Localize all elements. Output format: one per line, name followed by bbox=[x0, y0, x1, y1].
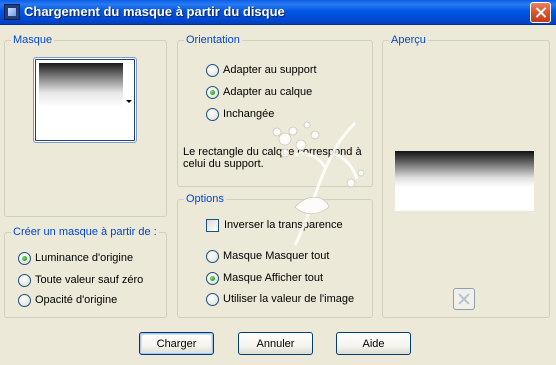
radio-toute-valeur[interactable]: Toute valeur sauf zéro bbox=[18, 272, 143, 288]
options-group-label: Options bbox=[184, 193, 226, 206]
radio-circle[interactable] bbox=[206, 292, 219, 306]
chevron-down-icon bbox=[126, 100, 132, 103]
radio-circle[interactable] bbox=[18, 273, 31, 287]
radio-adapter-support[interactable]: Adapter au support bbox=[206, 62, 317, 78]
radio-adapter-calque[interactable]: Adapter au calque bbox=[206, 84, 312, 100]
checkbox-label: Inverser la transparence bbox=[224, 219, 343, 231]
radio-opacite[interactable]: Opacité d'origine bbox=[18, 292, 117, 308]
orientation-description-line-2: celui du support. bbox=[183, 158, 264, 170]
radio-label: Masque Afficher tout bbox=[223, 272, 324, 284]
radio-label: Luminance d'origine bbox=[35, 252, 134, 264]
apercu-group-label: Aperçu bbox=[389, 34, 428, 47]
window-title: Chargement du masque à partir du disque bbox=[24, 4, 285, 19]
radio-luminance[interactable]: Luminance d'origine bbox=[18, 250, 133, 266]
invert-transparency-checkbox[interactable]: Inverser la transparence bbox=[206, 217, 343, 233]
title-bar[interactable]: Chargement du masque à partir du disque bbox=[0, 0, 556, 25]
radio-circle[interactable] bbox=[206, 249, 219, 263]
radio-circle[interactable] bbox=[206, 63, 219, 77]
radio-label: Masque Masquer tout bbox=[223, 250, 330, 262]
radio-circle[interactable] bbox=[206, 107, 219, 121]
mask-select-dropdown[interactable] bbox=[33, 57, 137, 143]
radio-circle[interactable] bbox=[206, 85, 219, 99]
radio-circle[interactable] bbox=[18, 293, 31, 307]
preview-toggle-button[interactable] bbox=[453, 288, 475, 310]
radio-label: Inchangée bbox=[223, 108, 275, 120]
checkbox-box[interactable] bbox=[206, 218, 219, 232]
annuler-button[interactable]: Annuler bbox=[238, 332, 313, 355]
radio-inchangee[interactable]: Inchangée bbox=[206, 106, 274, 122]
radio-valeur-image[interactable]: Utiliser la valeur de l'image bbox=[206, 291, 354, 307]
dialog-window: Chargement du masque à partir du disque … bbox=[0, 0, 556, 365]
preview-image bbox=[395, 151, 534, 211]
radio-label: Opacité d'origine bbox=[35, 294, 118, 306]
radio-circle[interactable] bbox=[206, 271, 219, 285]
mask-thumbnail bbox=[39, 63, 123, 137]
creer-masque-group-label: Créer un masque à partir de : bbox=[11, 226, 159, 239]
radio-masquer-tout[interactable]: Masque Masquer tout bbox=[206, 248, 329, 264]
orientation-description-line-1: Le rectangle du calque correspond à bbox=[183, 146, 362, 158]
app-icon bbox=[4, 4, 20, 20]
radio-circle[interactable] bbox=[18, 251, 31, 265]
radio-afficher-tout[interactable]: Masque Afficher tout bbox=[206, 270, 323, 286]
radio-label: Utiliser la valeur de l'image bbox=[223, 293, 355, 305]
orientation-group-label: Orientation bbox=[184, 34, 242, 47]
close-button[interactable] bbox=[530, 2, 551, 23]
charger-button[interactable]: Charger bbox=[139, 332, 214, 355]
radio-label: Adapter au calque bbox=[223, 86, 313, 98]
masque-group-label: Masque bbox=[11, 34, 55, 47]
radio-label: Adapter au support bbox=[223, 64, 317, 76]
radio-label: Toute valeur sauf zéro bbox=[35, 274, 144, 286]
aide-button[interactable]: Aide bbox=[336, 332, 411, 355]
